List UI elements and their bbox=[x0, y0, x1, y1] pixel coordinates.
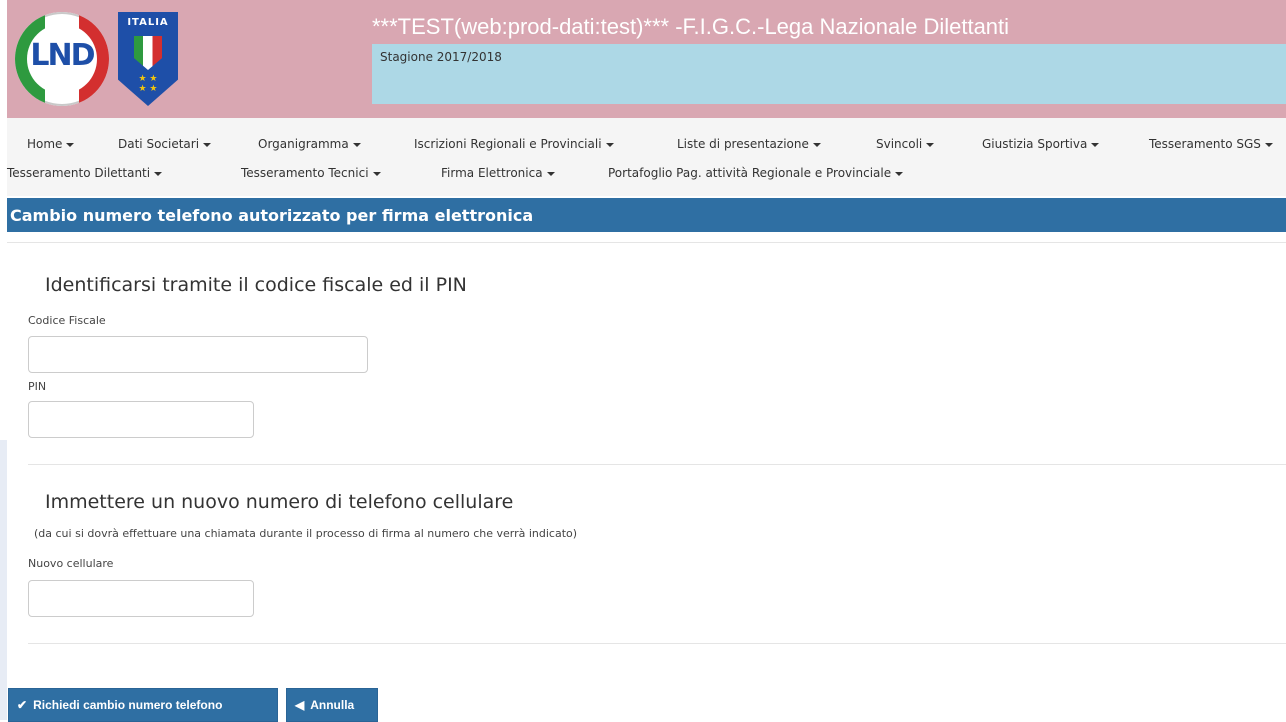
submit-button-label: Richiedi cambio numero telefono bbox=[33, 698, 223, 712]
section-divider bbox=[28, 464, 1286, 465]
caret-down-icon bbox=[546, 171, 555, 176]
submit-button[interactable]: ✔ Richiedi cambio numero telefono bbox=[8, 688, 278, 722]
caret-down-icon bbox=[203, 142, 212, 147]
page-title: Cambio numero telefono autorizzato per f… bbox=[10, 206, 534, 225]
caret-down-icon bbox=[352, 142, 361, 147]
nav-tesseramento-dilettanti[interactable]: Tesseramento Dilettanti bbox=[7, 166, 163, 180]
nav-tesseramento-sgs[interactable]: Tesseramento SGS bbox=[1149, 137, 1273, 151]
nav-label: Tesseramento Tecnici bbox=[241, 166, 369, 180]
nav-label: Home bbox=[27, 137, 63, 151]
nav-dati-societari[interactable]: Dati Societari bbox=[118, 137, 212, 151]
figc-logo-text: ITALIA bbox=[127, 17, 169, 28]
nav-label: Tesseramento SGS bbox=[1149, 137, 1261, 151]
nav-firma-elettronica[interactable]: Firma Elettronica bbox=[441, 166, 555, 180]
caret-down-icon bbox=[812, 142, 821, 147]
nav-label: Svincoli bbox=[876, 137, 923, 151]
nav-iscrizioni[interactable]: Iscrizioni Regionali e Provinciali bbox=[414, 137, 614, 151]
main-nav: Home Dati Societari Organigramma Iscrizi… bbox=[7, 118, 1286, 196]
new-phone-heading: Immettere un nuovo numero di telefono ce… bbox=[45, 491, 514, 513]
page-title-bar: Cambio numero telefono autorizzato per f… bbox=[7, 198, 1286, 232]
lnd-logo[interactable]: LND bbox=[15, 12, 109, 106]
cancel-button[interactable]: ◀ Annulla bbox=[286, 688, 378, 722]
new-phone-hint: (da cui si dovrà effettuare una chiamata… bbox=[34, 527, 578, 540]
codice-fiscale-label: Codice Fiscale bbox=[28, 314, 106, 327]
pin-input[interactable] bbox=[28, 401, 254, 438]
cancel-button-label: Annulla bbox=[310, 698, 355, 712]
pin-label: PIN bbox=[28, 380, 47, 393]
logo-lnd-text: LND bbox=[30, 38, 95, 73]
season-panel: Stagione 2017/2018 bbox=[372, 44, 1286, 104]
nav-label: Portafoglio Pag. attività Regionale e Pr… bbox=[608, 166, 892, 180]
section-divider bbox=[28, 643, 1286, 644]
caret-down-icon bbox=[926, 142, 935, 147]
caret-down-icon bbox=[1091, 142, 1100, 147]
nav-liste-presentazione[interactable]: Liste di presentazione bbox=[677, 137, 821, 151]
nav-portafoglio[interactable]: Portafoglio Pag. attività Regionale e Pr… bbox=[608, 166, 904, 180]
figc-logo[interactable]: ITALIA ★ ★ ★ ★ bbox=[118, 12, 178, 106]
nav-giustizia-sportiva[interactable]: Giustizia Sportiva bbox=[982, 137, 1100, 151]
arrow-left-icon: ◀ bbox=[295, 698, 305, 712]
new-phone-label: Nuovo cellulare bbox=[28, 557, 114, 570]
stars-icon: ★ ★ ★ ★ bbox=[138, 74, 158, 94]
new-phone-input[interactable] bbox=[28, 580, 254, 617]
nav-label: Organigramma bbox=[258, 137, 349, 151]
nav-label: Liste di presentazione bbox=[677, 137, 809, 151]
left-edge-strip bbox=[0, 440, 7, 720]
codice-fiscale-input[interactable] bbox=[28, 336, 368, 373]
caret-down-icon bbox=[895, 171, 904, 176]
nav-label: Dati Societari bbox=[118, 137, 200, 151]
caret-down-icon bbox=[1264, 142, 1273, 147]
site-title: ***TEST(web:prod-dati:test)*** -F.I.G.C.… bbox=[372, 14, 1010, 39]
caret-down-icon bbox=[66, 142, 75, 147]
nav-tesseramento-tecnici[interactable]: Tesseramento Tecnici bbox=[241, 166, 381, 180]
nav-home[interactable]: Home bbox=[27, 137, 75, 151]
nav-label: Tesseramento Dilettanti bbox=[7, 166, 151, 180]
nav-label: Iscrizioni Regionali e Provinciali bbox=[414, 137, 602, 151]
nav-label: Giustizia Sportiva bbox=[982, 137, 1088, 151]
caret-down-icon bbox=[372, 171, 381, 176]
check-icon: ✔ bbox=[17, 698, 28, 712]
caret-down-icon bbox=[605, 142, 614, 147]
caret-down-icon bbox=[154, 171, 163, 176]
nav-label: Firma Elettronica bbox=[441, 166, 543, 180]
season-label: Stagione 2017/2018 bbox=[380, 50, 502, 64]
divider bbox=[7, 242, 1286, 243]
identify-heading: Identificarsi tramite il codice fiscale … bbox=[45, 274, 467, 296]
nav-svincoli[interactable]: Svincoli bbox=[876, 137, 935, 151]
nav-organigramma[interactable]: Organigramma bbox=[258, 137, 361, 151]
